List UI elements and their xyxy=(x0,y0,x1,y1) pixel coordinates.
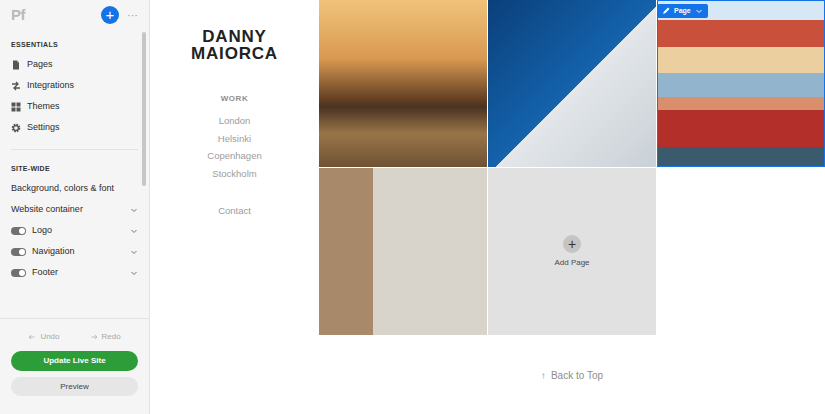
item-label: Footer xyxy=(32,266,124,280)
editor-app: Pf + ··· ESSENTIALS Pages Integrations Themes S… xyxy=(0,0,825,414)
section-title: SITE-WIDE xyxy=(11,164,138,173)
chevron-down-icon xyxy=(130,227,138,235)
sidebar-footer: Undo Redo Update Live Site Preview xyxy=(0,318,149,414)
scrollbar-thumb[interactable] xyxy=(142,32,146,186)
sidebar-item[interactable]: Logo xyxy=(11,220,138,241)
item-label: Background, colors & font xyxy=(11,182,138,196)
item-label: Navigation xyxy=(32,245,124,259)
page-icon xyxy=(11,60,21,70)
nav-link[interactable]: Stockholm xyxy=(150,165,319,183)
themes-icon xyxy=(11,102,21,112)
nav-link[interactable]: Helsinki xyxy=(150,130,319,148)
undo-button[interactable]: Undo xyxy=(28,331,59,343)
project-tile[interactable] xyxy=(319,168,487,335)
add-page-tile[interactable]: + Add Page xyxy=(488,168,656,335)
nav-heading[interactable]: WORK xyxy=(150,94,319,104)
sidebar-item[interactable]: Themes xyxy=(11,96,138,117)
update-live-site-button[interactable]: Update Live Site xyxy=(11,351,138,371)
redo-button[interactable]: Redo xyxy=(90,331,121,343)
site-canvas: DANNY MAIORCA WORK LondonHelsinkiCopenhage… xyxy=(150,0,825,414)
contact-link[interactable]: Contact xyxy=(150,205,319,217)
sidebar-section: ESSENTIALS Pages Integrations Themes Setting… xyxy=(11,40,138,138)
sidebar-item[interactable]: Background, colors & font xyxy=(11,178,138,199)
chevron-down-icon xyxy=(130,248,138,256)
undo-icon xyxy=(28,333,36,341)
content-area: Page + Add Page ↑ Back to Top xyxy=(319,0,825,414)
undo-redo-label: Undo xyxy=(40,331,59,343)
more-menu-button[interactable]: ··· xyxy=(127,7,138,24)
toggle-knob xyxy=(19,228,25,234)
site-navigation: DANNY MAIORCA WORK LondonHelsinkiCopenhage… xyxy=(150,0,319,414)
portfolio-logo[interactable]: Pf xyxy=(11,4,25,27)
pencil-icon xyxy=(662,7,670,15)
sidebar-item[interactable]: Integrations xyxy=(11,75,138,96)
editor-sidebar: Pf + ··· ESSENTIALS Pages Integrations Themes S… xyxy=(0,0,150,414)
item-label: Pages xyxy=(27,58,138,72)
sidebar-item[interactable]: Footer xyxy=(11,262,138,283)
plus-button[interactable]: + xyxy=(563,235,581,253)
toggle-switch[interactable] xyxy=(11,269,26,277)
item-label: Website container xyxy=(11,203,124,217)
project-tile[interactable]: Page xyxy=(657,0,825,167)
toggle-knob xyxy=(19,249,25,255)
back-to-top-label: Back to Top xyxy=(551,368,603,383)
site-title[interactable]: DANNY MAIORCA xyxy=(180,28,290,62)
item-label: Logo xyxy=(32,224,124,238)
project-tile[interactable] xyxy=(488,0,656,167)
section-title: ESSENTIALS xyxy=(11,40,138,49)
project-tile[interactable] xyxy=(319,0,487,167)
arrow-up-icon: ↑ xyxy=(541,368,546,383)
toggle-knob xyxy=(19,270,25,276)
sidebar-item[interactable]: Settings xyxy=(11,117,138,138)
project-grid: Page + Add Page xyxy=(319,0,825,335)
item-label: Settings xyxy=(27,121,138,135)
redo-icon xyxy=(90,333,98,341)
sidebar-item[interactable]: Pages xyxy=(11,54,138,75)
toggle-switch[interactable] xyxy=(11,248,26,256)
chevron-down-icon xyxy=(130,206,138,214)
undo-redo-bar: Undo Redo xyxy=(28,331,120,343)
nav-link[interactable]: Copenhagen xyxy=(150,147,319,165)
sidebar-header: Pf + ··· xyxy=(11,0,138,30)
back-to-top-link[interactable]: ↑ Back to Top xyxy=(319,335,825,383)
edit-page-badge[interactable]: Page xyxy=(657,4,708,18)
integrations-icon xyxy=(11,81,21,91)
chevron-down-icon xyxy=(695,7,703,15)
nav-link[interactable]: London xyxy=(150,112,319,130)
sidebar-section: SITE-WIDE Background, colors & font Websit… xyxy=(11,149,138,283)
chevron-down-icon xyxy=(130,269,138,277)
preview-button[interactable]: Preview xyxy=(11,377,138,396)
item-label: Themes xyxy=(27,100,138,114)
sidebar-item[interactable]: Website container xyxy=(11,199,138,220)
sidebar-scroll-area: Pf + ··· ESSENTIALS Pages Integrations Themes S… xyxy=(0,0,149,318)
add-page-label: Add Page xyxy=(554,257,589,269)
toggle-switch[interactable] xyxy=(11,227,26,235)
undo-redo-label: Redo xyxy=(102,331,121,343)
sidebar-item[interactable]: Navigation xyxy=(11,241,138,262)
item-label: Integrations xyxy=(27,79,138,93)
gear-icon xyxy=(11,123,21,133)
badge-label: Page xyxy=(674,6,691,16)
add-button[interactable]: + xyxy=(101,6,119,24)
